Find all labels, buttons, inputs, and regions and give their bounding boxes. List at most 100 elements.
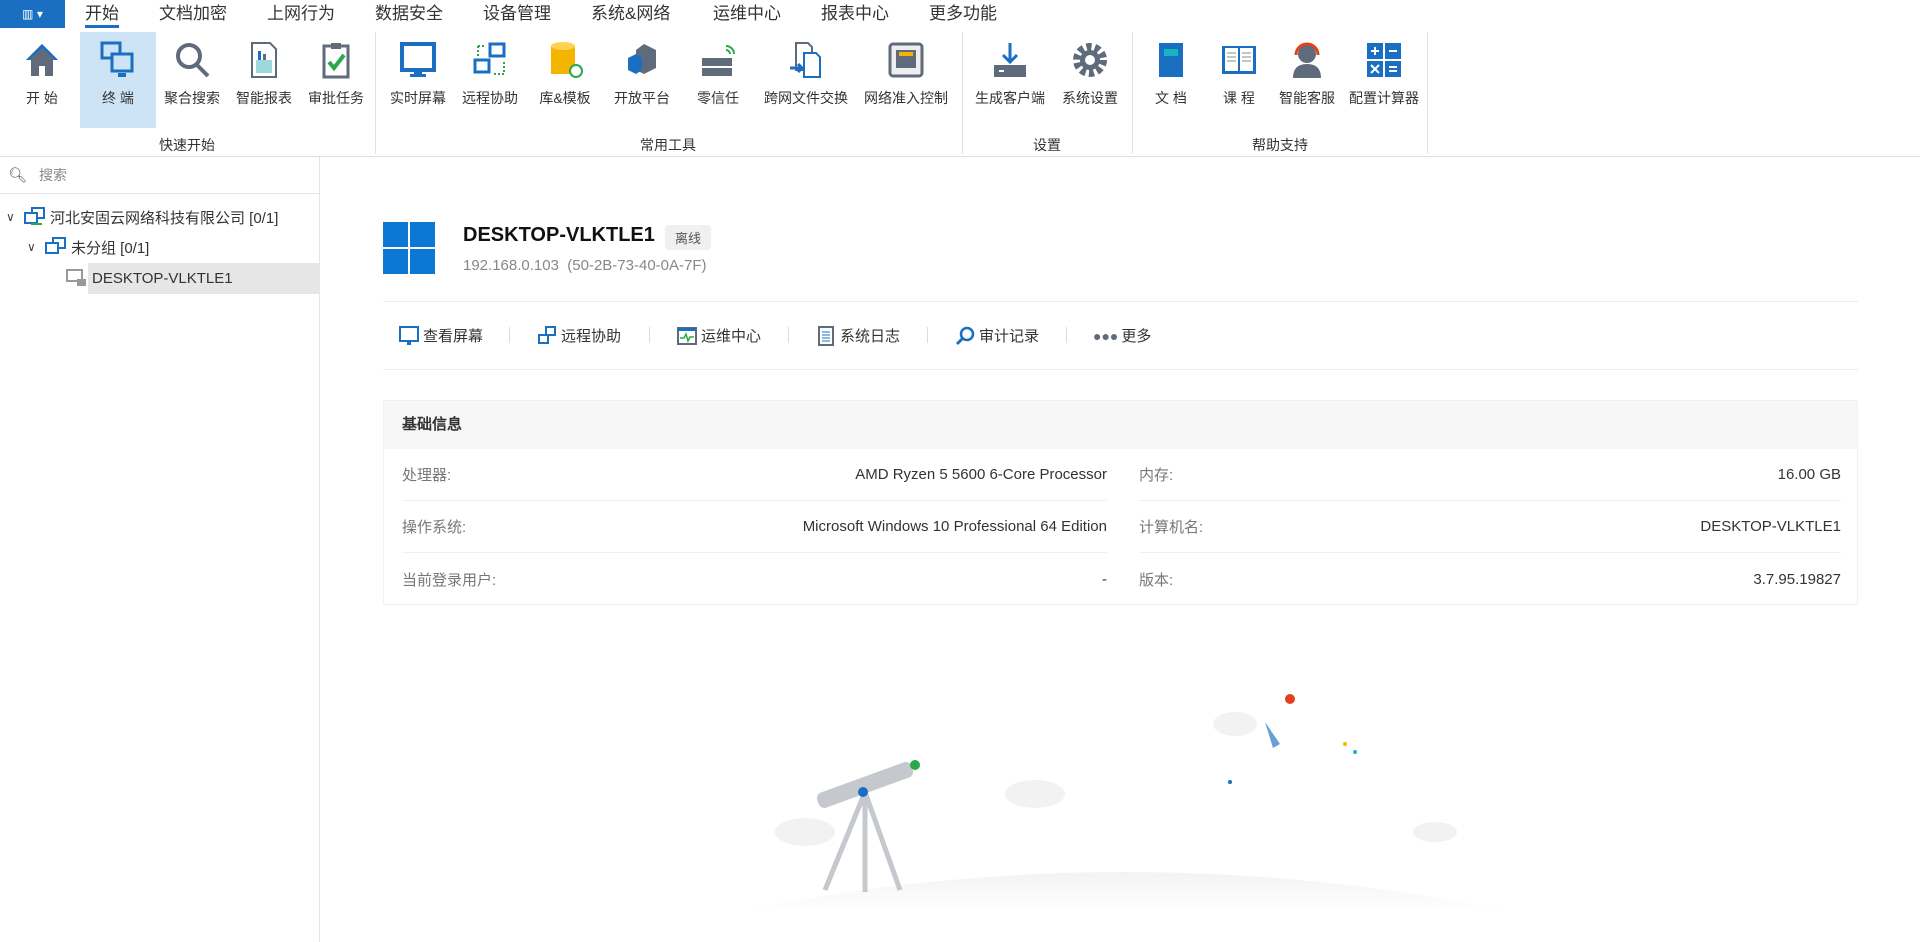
ribbon-library-template-button[interactable]: 库&模板 bbox=[526, 32, 604, 128]
audit-record-button[interactable]: 审计记录 bbox=[955, 325, 1039, 346]
ribbon-smart-support-button[interactable]: 智能客服 bbox=[1272, 32, 1342, 128]
tab-system-network[interactable]: 系统&网络 bbox=[591, 2, 670, 28]
ribbon-config-calculator-button[interactable]: 配置计算器 bbox=[1342, 32, 1426, 128]
divider bbox=[649, 327, 650, 343]
ribbon-aggregate-search-button[interactable]: 聚合搜索 bbox=[156, 32, 228, 128]
ribbon-live-screen-button[interactable]: 实时屏幕 bbox=[382, 32, 454, 128]
report-icon bbox=[251, 42, 277, 78]
document-icon bbox=[818, 325, 834, 346]
monitor-icon bbox=[399, 325, 419, 345]
group-divider bbox=[1132, 32, 1133, 154]
chevron-down-icon[interactable]: ∨ bbox=[6, 210, 20, 224]
activity-monitor-icon bbox=[677, 326, 697, 345]
search-icon bbox=[176, 43, 210, 78]
monitor-icon bbox=[400, 42, 436, 77]
tab-web-behavior[interactable]: 上网行为 bbox=[267, 2, 335, 28]
server-signal-icon bbox=[702, 45, 735, 76]
group-label-help-support: 帮助支持 bbox=[1252, 137, 1308, 153]
group-label-settings: 设置 bbox=[1033, 137, 1061, 153]
tree-node-company[interactable]: ∨ 河北安固云网络科技有限公司 [0/1] bbox=[6, 202, 278, 232]
ribbon-remote-assist-button[interactable]: 远程协助 bbox=[454, 32, 526, 128]
open-book-icon bbox=[1222, 46, 1256, 74]
clipboard-check-icon bbox=[322, 43, 350, 79]
group-divider bbox=[962, 32, 963, 154]
tab-ops-center[interactable]: 运维中心 bbox=[713, 2, 781, 28]
remote-assist-button[interactable]: 远程协助 bbox=[537, 325, 621, 346]
remote-assist-icon bbox=[473, 42, 506, 75]
calculator-icon bbox=[1367, 43, 1401, 77]
tab-start[interactable]: 开始 bbox=[85, 2, 119, 28]
device-ip: 192.168.0.103 bbox=[463, 257, 559, 274]
terminals-icon bbox=[100, 41, 134, 77]
group-label-quick-start: 快速开始 bbox=[159, 137, 215, 153]
device-detail-panel: DESKTOP-VLKTLE1 离线 192.168.0.103 (50-2B-… bbox=[321, 157, 1920, 942]
group-icon bbox=[45, 237, 66, 254]
chevron-down-icon[interactable]: ∨ bbox=[27, 240, 41, 254]
system-log-button[interactable]: 系统日志 bbox=[816, 325, 900, 346]
status-badge: 离线 bbox=[665, 225, 712, 250]
divider bbox=[1066, 327, 1067, 343]
sidebar: 🔍︎ 搜索 ∨ 河北安固云网络科技有限公司 [0/1] ∨ 未分组 [0/1] DES… bbox=[0, 157, 320, 942]
divider bbox=[788, 327, 789, 343]
cube-icon bbox=[628, 44, 656, 74]
download-icon bbox=[994, 43, 1026, 77]
ribbon-docs-button[interactable]: 文 档 bbox=[1136, 32, 1206, 128]
ribbon-open-platform-button[interactable]: 开放平台 bbox=[604, 32, 680, 128]
ribbon-generate-client-button[interactable]: 生成客户端 bbox=[966, 32, 1054, 128]
book-icon bbox=[1159, 43, 1183, 77]
info-row-version: 版本: 3.7.95.19827 bbox=[1139, 570, 1841, 589]
database-icon bbox=[551, 42, 583, 78]
windows-logo-icon bbox=[383, 222, 435, 274]
remote-assist-icon bbox=[538, 325, 556, 344]
tab-device-management[interactable]: 设备管理 bbox=[483, 2, 551, 28]
search-input[interactable]: 🔍︎ 搜索 bbox=[0, 157, 319, 194]
ops-center-button[interactable]: 运维中心 bbox=[677, 325, 761, 346]
device-mac: (50-2B-73-40-0A-7F) bbox=[567, 257, 707, 274]
offline-computer-icon bbox=[66, 269, 86, 286]
ribbon-toolbar: 开 始 终 端 聚合搜索 智能报表 审批任务 实时屏幕 远程协助 库&模板 开放… bbox=[0, 30, 1920, 157]
empty-state-telescope-illustration bbox=[735, 694, 1515, 912]
more-dots-icon: ●●● bbox=[1093, 327, 1119, 344]
tab-report-center[interactable]: 报表中心 bbox=[821, 2, 889, 28]
divider bbox=[383, 301, 1858, 302]
group-divider bbox=[1427, 32, 1428, 154]
tab-more-features[interactable]: 更多功能 bbox=[929, 2, 997, 28]
ribbon-cross-network-file-button[interactable]: 跨网文件交换 bbox=[756, 32, 856, 128]
tab-doc-encryption[interactable]: 文档加密 bbox=[159, 2, 227, 28]
tab-data-security[interactable]: 数据安全 bbox=[375, 2, 443, 28]
basic-info-title: 基础信息 bbox=[384, 401, 1857, 449]
info-row-processor: 处理器: AMD Ryzen 5 5600 6-Core Processor bbox=[402, 449, 1107, 501]
search-icon: 🔍︎ bbox=[8, 167, 28, 184]
ribbon-network-access-button[interactable]: 网络准入控制 bbox=[856, 32, 956, 128]
ribbon-start-button[interactable]: 开 始 bbox=[4, 32, 80, 128]
ribbon-approval-task-button[interactable]: 审批任务 bbox=[300, 32, 372, 128]
ethernet-port-icon bbox=[888, 42, 924, 78]
app-menu-icon: ▥ ▾ bbox=[22, 7, 43, 21]
tree-node-ungrouped[interactable]: ∨ 未分组 [0/1] bbox=[27, 232, 149, 262]
gear-icon bbox=[1073, 43, 1107, 77]
divider bbox=[383, 369, 1858, 370]
info-row-computer-name: 计算机名: DESKTOP-VLKTLE1 bbox=[1139, 501, 1841, 553]
headset-agent-icon bbox=[1293, 42, 1321, 78]
info-row-current-user: 当前登录用户: - bbox=[402, 570, 1107, 589]
more-button[interactable]: ●●● 更多 bbox=[1093, 325, 1151, 346]
divider bbox=[927, 327, 928, 343]
app-menu-button[interactable]: ▥ ▾ bbox=[0, 0, 65, 28]
divider bbox=[509, 327, 510, 343]
info-row-os: 操作系统: Microsoft Windows 10 Professional 6… bbox=[402, 501, 1107, 553]
ribbon-system-settings-button[interactable]: 系统设置 bbox=[1054, 32, 1126, 128]
menu-bar: ▥ ▾ 开始 文档加密 上网行为 数据安全 设备管理 系统&网络 运维中心 报表… bbox=[0, 0, 1920, 30]
basic-info-card: 基础信息 处理器: AMD Ryzen 5 5600 6-Core Process… bbox=[383, 400, 1858, 605]
ribbon-zero-trust-button[interactable]: 零信任 bbox=[680, 32, 756, 128]
ribbon-smart-report-button[interactable]: 智能报表 bbox=[228, 32, 300, 128]
ribbon-terminal-button[interactable]: 终 端 bbox=[80, 32, 156, 128]
info-row-memory: 内存: 16.00 GB bbox=[1139, 449, 1841, 501]
network-group-icon bbox=[24, 207, 45, 225]
tree-node-device[interactable]: DESKTOP-VLKTLE1 bbox=[66, 263, 233, 293]
device-address: 192.168.0.103 (50-2B-73-40-0A-7F) bbox=[463, 257, 707, 274]
view-screen-button[interactable]: 查看屏幕 bbox=[399, 325, 483, 346]
group-divider bbox=[375, 32, 376, 154]
ribbon-courses-button[interactable]: 课 程 bbox=[1206, 32, 1272, 128]
file-transfer-icon bbox=[790, 42, 821, 78]
group-label-common-tools: 常用工具 bbox=[640, 137, 696, 153]
